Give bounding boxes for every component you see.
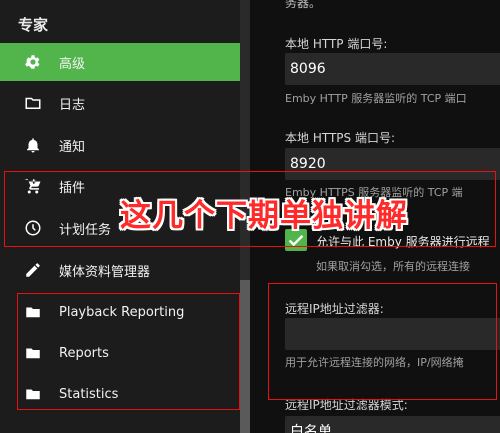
sidebar-item-label: Reports [59,345,109,361]
sidebar-item-label: Playback Reporting [59,304,185,320]
sidebar-item-label: 通知 [59,139,86,155]
folder-outline-icon [24,94,42,112]
gear-icon [24,53,42,71]
ip-filter-input[interactable] [285,318,500,350]
sidebar-item-logs[interactable]: 日志 [0,84,240,122]
pencil-icon [24,261,42,279]
annotation-text: 这几个下期单独讲解 [120,198,408,234]
ip-filter-mode-label: 远程IP地址过滤器模式: [285,398,408,412]
sidebar-item-label: 媒体资料管理器 [59,264,151,280]
sidebar-item-label: 插件 [59,180,86,196]
folder-icon [24,344,42,362]
https-port-label: 本地 HTTPS 端口号: [285,131,395,145]
folder-icon [24,385,42,403]
sidebar-item-statistics[interactable]: Statistics [0,375,240,413]
ip-filter-label: 远程IP地址过滤器: [285,302,384,316]
bell-icon [24,136,42,154]
remote-access-label: 允许与此 Emby 服务器进行远程 [316,235,490,249]
http-port-label: 本地 HTTP 端口号: [285,37,388,51]
ip-filter-help: 用于允许远程连接的网络，IP/网络掩 [285,356,464,369]
truncated-text: 务器。 [285,0,322,10]
clock-icon [24,219,42,237]
remote-access-help: 如果取消勾选，所有的远程连接 [316,260,470,273]
folder-icon [24,303,42,321]
http-port-help: Emby HTTP 服务器监听的 TCP 端口 [285,92,467,105]
sidebar-item-metadata-manager[interactable]: 媒体资料管理器 [0,251,240,289]
sidebar-item-advanced[interactable]: 高级 [0,43,240,81]
sidebar-item-playback-reporting[interactable]: Playback Reporting [0,293,240,331]
sidebar-item-reports[interactable]: Reports [0,334,240,372]
sidebar-item-label: 日志 [59,97,86,113]
sidebar-item-notifications[interactable]: 通知 [0,126,240,164]
sidebar-section-title: 专家 [18,16,49,34]
http-port-input[interactable]: 8096 [285,53,500,85]
sidebar-item-label: 计划任务 [59,222,112,238]
sidebar-item-label: 高级 [59,56,86,72]
sidebar-item-label: Statistics [59,386,119,402]
cart-plus-icon [24,177,42,195]
ip-filter-mode-select[interactable]: 白名单 [285,416,500,433]
https-port-input[interactable]: 8920 [285,148,500,180]
sidebar-scrollbar-thumb[interactable] [240,280,250,433]
